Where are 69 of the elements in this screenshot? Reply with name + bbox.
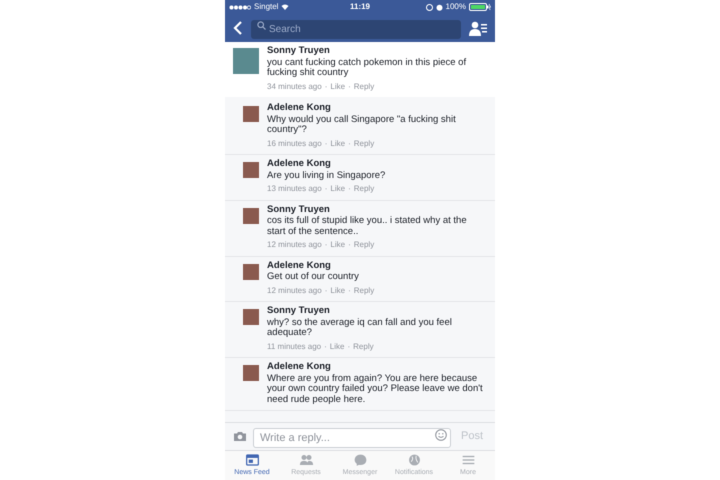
comment-action-link[interactable]: Like [330, 286, 346, 296]
avatar-photo [243, 106, 259, 122]
chat-bubble-icon [352, 452, 368, 467]
avatar-photo [243, 264, 259, 280]
comment-text: Get out of our country [267, 272, 360, 282]
comment-action-link[interactable]: Reply [354, 184, 374, 194]
comment-time: 11 minutes ago [267, 342, 322, 352]
author-name[interactable]: Adelene Kong [267, 159, 487, 170]
comment-action-link[interactable]: Reply [354, 138, 374, 149]
avatar-photo [243, 162, 259, 178]
signal-icon [229, 4, 251, 10]
comment-action-link[interactable]: Like [330, 184, 346, 194]
smiley-icon[interactable] [434, 428, 447, 440]
wifi-icon [281, 4, 290, 10]
author-name[interactable]: Sonny Truyen [267, 306, 487, 316]
separator-dot: · [324, 138, 328, 149]
back-icon[interactable] [233, 21, 243, 35]
separator-dot: · [324, 240, 328, 250]
separator-dot: · [347, 342, 350, 352]
separator-dot: · [324, 342, 327, 352]
separator-dot: · [324, 286, 328, 296]
comment-action-link[interactable]: Like [330, 138, 346, 149]
separator-dot: · [348, 138, 351, 149]
comment-text: Are you living in Singapore? [267, 170, 386, 181]
separator-dot: · [324, 82, 328, 92]
author-name[interactable]: Adelene Kong [267, 103, 487, 114]
globe-icon [406, 452, 422, 467]
separator-dot: · [348, 184, 351, 194]
comment-action-link[interactable]: Like [330, 82, 346, 92]
comment-text: Why would you call Singapore "a fucking shit country"? [267, 114, 457, 136]
comment-time: 34 minutes ago [267, 82, 322, 92]
separator-dot: · [324, 184, 328, 194]
separator-dot: · [348, 240, 351, 250]
battery-percent: 100% [446, 1, 466, 13]
comment-time: 16 minutes ago [267, 138, 322, 149]
avatar-photo [243, 309, 259, 325]
battery-icon [469, 3, 491, 11]
comment-text: Where are you from again? You are here because your own country failed you? Please leave we don't need rude people here. [267, 374, 484, 405]
clock-time: 11:19 [350, 1, 370, 13]
comment-action-link[interactable]: Like [330, 342, 344, 352]
search-field[interactable]: Search [251, 20, 461, 39]
camera-icon[interactable] [233, 431, 247, 442]
author-name[interactable]: Adelene Kong [267, 362, 487, 372]
separator-dot: · [348, 82, 351, 92]
comment-text: cos its full of stupid like you.. i stated why at the start of the sentence.. [267, 216, 468, 237]
avatar-photo [243, 208, 259, 224]
comment-text: you cant fucking catch pokemon in this piece of fucking shit country [267, 58, 468, 78]
post-button[interactable]: Post [456, 428, 487, 445]
avatar-photo [233, 48, 259, 74]
comment-action-link[interactable]: Reply [354, 286, 374, 296]
carrier-name: Singtel [254, 1, 278, 13]
news-feed-icon [244, 452, 260, 467]
comment-action-link[interactable]: Reply [354, 240, 374, 250]
search-icon [257, 21, 266, 30]
comment-time: 12 minutes ago [267, 240, 322, 250]
separator-dot: · [348, 286, 351, 296]
comment-text: why? so the average iq can fall and you feel adequate? [267, 318, 453, 338]
author-name[interactable]: Sonny Truyen [267, 46, 487, 56]
author-name[interactable]: Sonny Truyen [267, 204, 487, 215]
author-name[interactable]: Adelene Kong [267, 260, 487, 271]
friend-list-icon[interactable] [469, 20, 487, 36]
comment-time: 13 minutes ago [267, 184, 322, 194]
comment-time: 12 minutes ago [267, 286, 322, 296]
people-icon [298, 452, 314, 467]
reply-field[interactable]: Write a reply... [253, 428, 451, 448]
comment-action-link[interactable]: Like [330, 240, 346, 250]
comment-action-link[interactable]: Reply [354, 82, 374, 92]
comment-action-link[interactable]: Reply [353, 342, 374, 352]
avatar-photo [243, 365, 259, 381]
